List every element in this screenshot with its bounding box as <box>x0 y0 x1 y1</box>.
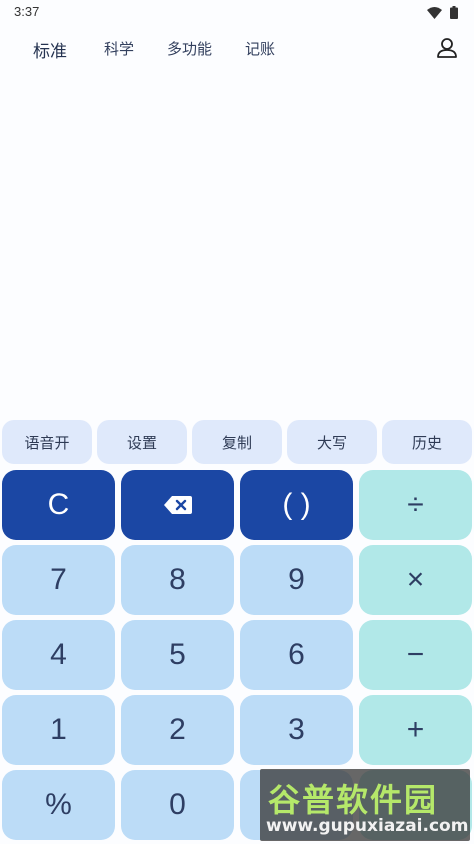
mode-tabs: 标准 科学 多功能 记账 <box>0 32 474 66</box>
copy-button[interactable]: 复制 <box>192 420 282 464</box>
watermark-title: 谷普软件园 <box>268 781 439 819</box>
watermark-url: www.gupuxiazai.com <box>266 816 469 836</box>
clear-button[interactable]: C <box>2 470 115 540</box>
settings-button[interactable]: 设置 <box>97 420 187 464</box>
status-icons <box>427 6 458 19</box>
digit-7-button[interactable]: 7 <box>2 545 115 615</box>
tab-bookkeeping[interactable]: 记账 <box>245 38 275 59</box>
backspace-icon <box>163 496 192 514</box>
voice-toggle-button[interactable]: 语音开 <box>2 420 92 464</box>
tab-scientific[interactable]: 科学 <box>104 38 134 59</box>
digit-1-button[interactable]: 1 <box>2 695 115 765</box>
tab-standard[interactable]: 标准 <box>33 37 67 62</box>
digit-8-button[interactable]: 8 <box>121 545 234 615</box>
digit-6-button[interactable]: 6 <box>240 620 353 690</box>
digit-4-button[interactable]: 4 <box>2 620 115 690</box>
digit-2-button[interactable]: 2 <box>121 695 234 765</box>
minus-button[interactable]: − <box>359 620 472 690</box>
tab-multifunction[interactable]: 多功能 <box>167 38 212 59</box>
digit-0-button[interactable]: 0 <box>121 770 234 840</box>
watermark: 谷普软件园 www.gupuxiazai.com <box>260 769 470 841</box>
wifi-icon <box>427 6 442 19</box>
status-time: 3:37 <box>14 4 40 19</box>
function-row: 语音开 设置 复制 大写 历史 <box>2 420 472 464</box>
calculator-display <box>0 70 474 415</box>
multiply-button[interactable]: × <box>359 545 472 615</box>
backspace-button[interactable] <box>121 470 234 540</box>
battery-icon <box>450 6 458 19</box>
plus-button[interactable]: + <box>359 695 472 765</box>
digit-3-button[interactable]: 3 <box>240 695 353 765</box>
user-icon[interactable] <box>436 37 458 59</box>
digit-9-button[interactable]: 9 <box>240 545 353 615</box>
uppercase-button[interactable]: 大写 <box>287 420 377 464</box>
history-button[interactable]: 历史 <box>382 420 472 464</box>
parentheses-button[interactable]: ( ) <box>240 470 353 540</box>
digit-5-button[interactable]: 5 <box>121 620 234 690</box>
percent-button[interactable]: % <box>2 770 115 840</box>
divide-button[interactable]: ÷ <box>359 470 472 540</box>
status-bar: 3:37 <box>0 0 474 24</box>
